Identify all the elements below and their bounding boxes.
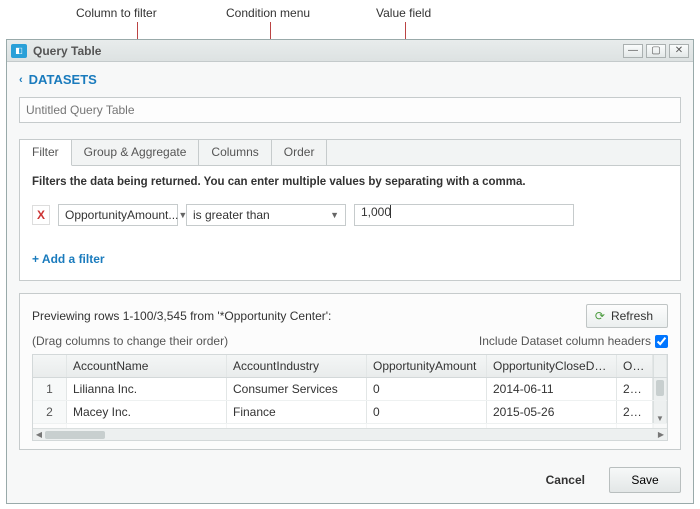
- filter-condition-select[interactable]: is greater than ▼: [186, 204, 346, 226]
- include-headers-label: Include Dataset column headers: [479, 334, 651, 348]
- cell: Marcus Company: [67, 424, 227, 428]
- cell: 2014-06-07: [617, 378, 653, 400]
- tab-group-aggregate[interactable]: Group & Aggregate: [72, 140, 200, 165]
- text-cursor: [390, 205, 391, 218]
- vertical-scrollbar[interactable]: [653, 424, 667, 428]
- cell: 0: [367, 401, 487, 423]
- add-filter-link[interactable]: + Add a filter: [32, 252, 105, 266]
- cell-rownum: 1: [33, 378, 67, 400]
- filter-column-select[interactable]: OpportunityAmount... ▼: [58, 204, 178, 226]
- chevron-left-icon: ‹: [19, 74, 23, 86]
- window-title: Query Table: [33, 44, 101, 58]
- preview-panel: Previewing rows 1-100/3,545 from '*Oppor…: [19, 293, 681, 450]
- scroll-right-icon[interactable]: ▶: [655, 430, 667, 439]
- tabs-container: Filter Group & Aggregate Columns Order F…: [19, 139, 681, 281]
- col-accountname[interactable]: AccountName: [67, 355, 227, 377]
- cell: 0: [367, 378, 487, 400]
- cell: Consumer Services: [227, 378, 367, 400]
- cell: Lilianna Inc.: [67, 378, 227, 400]
- tab-columns[interactable]: Columns: [199, 140, 271, 165]
- col-rownum[interactable]: [33, 355, 67, 377]
- col-opportunityamount[interactable]: OpportunityAmount: [367, 355, 487, 377]
- cell: 2015-05-26: [487, 401, 617, 423]
- titlebar: ◧ Query Table — ▢ ✕: [7, 40, 693, 62]
- filter-instructions: Filters the data being returned. You can…: [32, 176, 668, 188]
- tab-filter[interactable]: Filter: [20, 140, 72, 166]
- back-label: DATASETS: [29, 72, 97, 87]
- maximize-button[interactable]: ▢: [646, 44, 666, 58]
- app-icon: ◧: [11, 44, 27, 58]
- cell: Macey Inc.: [67, 401, 227, 423]
- filter-value-text: 1,000: [361, 205, 391, 219]
- cell-rownum: 2: [33, 401, 67, 423]
- refresh-icon: ⟳: [595, 309, 605, 323]
- hscroll-thumb[interactable]: [45, 431, 105, 439]
- tab-order[interactable]: Order: [272, 140, 328, 165]
- cell: Finance: [227, 401, 367, 423]
- drag-hint: (Drag columns to change their order): [32, 334, 228, 348]
- tabs: Filter Group & Aggregate Columns Order: [20, 140, 680, 166]
- preview-grid: AccountName AccountIndustry OpportunityA…: [32, 354, 668, 441]
- chevron-down-icon: ▼: [330, 210, 339, 220]
- cell: 2015-02-05: [617, 424, 653, 428]
- preview-heading: Previewing rows 1-100/3,545 from '*Oppor…: [32, 309, 331, 323]
- minimize-button[interactable]: —: [623, 44, 643, 58]
- cell: 2015-04-05: [487, 424, 617, 428]
- cell: Consumer Non-Durables: [227, 424, 367, 428]
- grid-body: 1 Lilianna Inc. Consumer Services 0 2014…: [33, 378, 667, 428]
- callout-label-condition: Condition menu: [226, 6, 310, 20]
- filter-column-value: OpportunityAmount...: [65, 208, 178, 222]
- table-row[interactable]: 3 Marcus Company Consumer Non-Durables 0…: [33, 424, 667, 428]
- callout-label-value: Value field: [376, 6, 431, 20]
- scroll-left-icon[interactable]: ◀: [33, 430, 45, 439]
- grid-header: AccountName AccountIndustry OpportunityA…: [33, 355, 667, 378]
- filter-row: X OpportunityAmount... ▼ is greater than…: [32, 204, 668, 226]
- dialog-footer: Cancel Save: [19, 457, 681, 493]
- vertical-scrollbar[interactable]: ▼: [653, 401, 667, 423]
- back-to-datasets-link[interactable]: ‹ DATASETS: [19, 72, 681, 87]
- filter-tab-body: Filters the data being returned. You can…: [20, 166, 680, 280]
- cell-rownum: 3: [33, 424, 67, 428]
- query-name-input[interactable]: [19, 97, 681, 123]
- query-table-dialog: ◧ Query Table — ▢ ✕ ‹ DATASETS Filter Gr…: [6, 39, 694, 504]
- filter-condition-value: is greater than: [193, 208, 270, 222]
- cancel-button[interactable]: Cancel: [534, 467, 597, 493]
- include-headers-checkbox[interactable]: [655, 335, 668, 348]
- include-headers-toggle[interactable]: Include Dataset column headers: [479, 334, 668, 348]
- remove-filter-button[interactable]: X: [32, 205, 50, 225]
- save-button[interactable]: Save: [609, 467, 681, 493]
- table-row[interactable]: 1 Lilianna Inc. Consumer Services 0 2014…: [33, 378, 667, 401]
- col-opportunityclosedate[interactable]: OpportunityCloseDate: [487, 355, 617, 377]
- close-button[interactable]: ✕: [669, 44, 689, 58]
- cell: 2015-04-25: [617, 401, 653, 423]
- refresh-label: Refresh: [611, 309, 653, 323]
- vertical-scrollbar[interactable]: ▲: [653, 378, 667, 400]
- refresh-button[interactable]: ⟳ Refresh: [586, 304, 668, 328]
- col-accountindustry[interactable]: AccountIndustry: [227, 355, 367, 377]
- horizontal-scrollbar[interactable]: ◀ ▶: [33, 428, 667, 440]
- vscroll-header: [653, 355, 667, 377]
- filter-value-input[interactable]: 1,000: [354, 204, 574, 226]
- cell: 2014-06-11: [487, 378, 617, 400]
- cell: 0: [367, 424, 487, 428]
- col-opportunitycreat[interactable]: OpportunityCreat: [617, 355, 653, 377]
- callout-label-column: Column to filter: [76, 6, 157, 20]
- callout-annotations: Column to filter Condition menu Value fi…: [0, 0, 700, 39]
- table-row[interactable]: 2 Macey Inc. Finance 0 2015-05-26 2015-0…: [33, 401, 667, 424]
